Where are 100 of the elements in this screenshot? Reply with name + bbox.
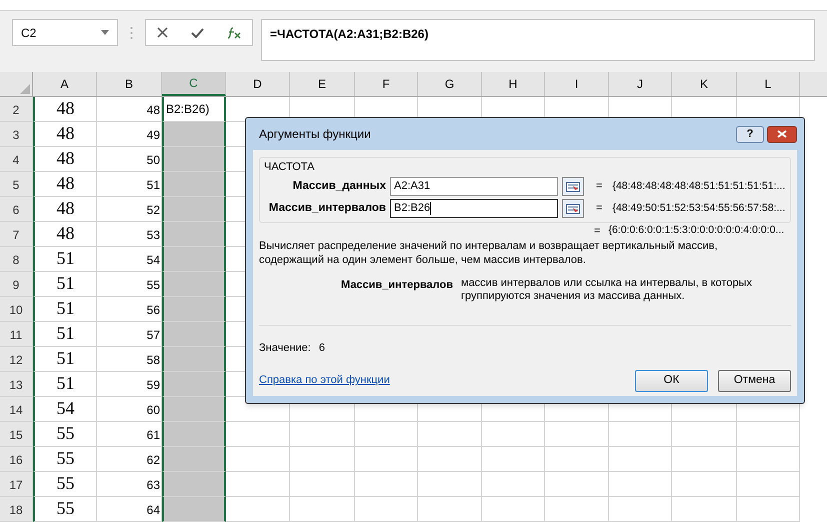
table-cell: 55 (33, 472, 97, 497)
argument-field[interactable]: B2:B26 (390, 199, 558, 218)
function-icon[interactable] (226, 26, 241, 38)
range-select-icon (566, 182, 580, 192)
row-header: 10 (0, 297, 33, 322)
table-cell (609, 472, 672, 497)
table-cell (672, 447, 737, 472)
column-header[interactable]: F (355, 72, 418, 96)
drag-handle-icon (130, 26, 133, 40)
row-header: 9 (0, 272, 33, 297)
row-header: 6 (0, 197, 33, 222)
table-cell: B2:B26) (162, 97, 226, 122)
close-icon (777, 130, 787, 138)
dialog-button[interactable]: Отмена (718, 370, 791, 392)
table-cell (290, 472, 355, 497)
table-cell (482, 472, 545, 497)
column-header[interactable]: E (290, 72, 355, 96)
table-cell (355, 497, 418, 522)
row-header: 18 (0, 497, 33, 522)
row-header: 2 (0, 97, 33, 122)
row-header: 8 (0, 247, 33, 272)
table-cell (737, 422, 800, 447)
table-cell (609, 422, 672, 447)
column-header[interactable]: J (609, 72, 672, 96)
table-cell: 55 (33, 447, 97, 472)
table-cell (482, 497, 545, 522)
cancel-icon[interactable] (157, 27, 168, 38)
value-text: 6 (318, 341, 325, 356)
table-cell: 48 (33, 222, 97, 247)
table-cell: 51 (33, 247, 97, 272)
column-header[interactable]: D (226, 72, 290, 96)
table-cell (290, 422, 355, 447)
table-cell (545, 472, 609, 497)
table-cell (226, 497, 290, 522)
table-cell (545, 447, 609, 472)
table-cell: 51 (33, 322, 97, 347)
help-link[interactable]: Справка по этой функции (259, 372, 390, 389)
formula-result: {6:0:0:6:0:0:1:5:3:0:0:0:0:0:0:4:0:0:0... (608, 223, 784, 238)
value-label: Значение: (259, 341, 311, 356)
table-cell (482, 447, 545, 472)
table-cell (609, 447, 672, 472)
function-name: ЧАСТОТА (264, 160, 316, 175)
row-header: 12 (0, 347, 33, 372)
table-cell (482, 422, 545, 447)
equals-sign: = (596, 179, 602, 194)
table-cell: 51 (33, 272, 97, 297)
table-cell (545, 497, 609, 522)
row-header: 13 (0, 372, 33, 397)
row-header: 11 (0, 322, 33, 347)
row-header: 14 (0, 397, 33, 422)
parameter-name: Массив_интервалов (340, 278, 453, 293)
column-header[interactable]: L (737, 72, 800, 96)
table-cell (355, 472, 418, 497)
column-header[interactable]: C (162, 72, 226, 96)
help-button[interactable]: ? (736, 126, 764, 142)
argument-label: Массив_данных (292, 178, 386, 194)
column-header[interactable]: H (482, 72, 545, 96)
table-cell (355, 422, 418, 447)
column-header[interactable]: K (672, 72, 737, 96)
column-header[interactable]: A (33, 72, 97, 96)
formula-field[interactable]: =ЧАСТОТА(A2:A31;B2:B26) (261, 19, 815, 61)
collapse-dialog-button[interactable] (562, 199, 584, 218)
column-header[interactable]: I (545, 72, 609, 96)
equals-sign: = (596, 201, 602, 216)
table-cell (418, 497, 482, 522)
table-cell (737, 497, 800, 522)
name-box[interactable]: C2 (12, 19, 118, 46)
row-header: 7 (0, 222, 33, 247)
row-header: 4 (0, 147, 33, 172)
table-cell (290, 497, 355, 522)
table-cell: 55 (33, 497, 97, 522)
dropdown-caret-icon (101, 30, 109, 35)
table-cell (355, 447, 418, 472)
table-cell (226, 447, 290, 472)
row-header: 17 (0, 472, 33, 497)
table-cell: 51 (33, 372, 97, 397)
checkmark-icon[interactable] (190, 28, 204, 38)
row-header: 15 (0, 422, 33, 447)
range-select-icon (566, 204, 580, 214)
table-cell: 54 (33, 397, 97, 422)
table-cell: 51 (33, 347, 97, 372)
collapse-dialog-button[interactable] (562, 177, 584, 196)
table-cell (737, 472, 800, 497)
table-cell: 48 (33, 172, 97, 197)
dialog-button[interactable]: ОК (635, 370, 708, 392)
parameter-description: массив интервалов или ссылка на интервалы, в которых группируются значения из массива данных. (461, 277, 753, 303)
dialog-title: Аргументы функции (258, 126, 371, 143)
column-header[interactable]: G (418, 72, 482, 96)
table-cell (226, 422, 290, 447)
table-cell (226, 472, 290, 497)
table-cell: 48 (33, 122, 97, 147)
table-cell: 48 (33, 147, 97, 172)
table-cell: 48 (33, 97, 97, 122)
argument-label: Массив_интервалов (268, 200, 386, 216)
row-header: 5 (0, 172, 33, 197)
table-cell (737, 447, 800, 472)
argument-result: {48:49:50:51:52:53:54:55:56:57:58:... (612, 200, 786, 216)
argument-field[interactable]: A2:A31 (390, 177, 558, 196)
close-button[interactable] (767, 126, 797, 142)
table-cell: 55 (33, 422, 97, 447)
